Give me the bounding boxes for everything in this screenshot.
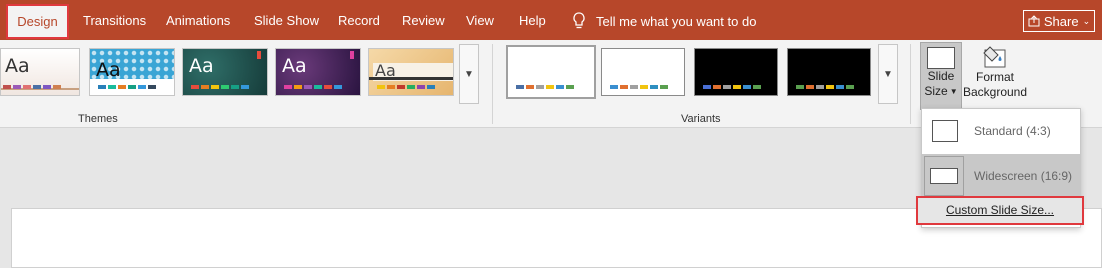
variant-1[interactable] [506, 45, 596, 99]
tab-slide-show[interactable]: Slide Show [254, 12, 319, 30]
tab-record[interactable]: Record [338, 12, 380, 30]
variant-4[interactable] [787, 48, 871, 96]
tab-transitions[interactable]: Transitions [83, 12, 146, 30]
theme-preview-text: Aa [5, 55, 30, 77]
share-label: Share [1043, 13, 1079, 29]
share-button[interactable]: Share ⌄ [1023, 10, 1095, 32]
paint-bucket-icon [983, 46, 1006, 68]
custom-slide-size-button[interactable]: Custom Slide Size... [916, 196, 1084, 225]
theme-thumbnail-1[interactable]: Aa [0, 48, 80, 96]
tab-design[interactable]: Design [6, 4, 69, 39]
format-background-button[interactable]: Format Background [962, 42, 1028, 110]
variant-3[interactable] [694, 48, 778, 96]
group-separator [492, 44, 493, 124]
widescreen-ratio-icon [930, 168, 958, 184]
themes-group-label: Themes [78, 113, 118, 125]
variants-group-label: Variants [681, 113, 721, 125]
tab-view[interactable]: View [466, 12, 494, 30]
slide-size-label-2: Size [924, 84, 948, 98]
menu-item-standard[interactable]: Standard (4:3) [922, 109, 1080, 153]
slide-size-button[interactable]: Slide Size ▼ [920, 42, 962, 110]
chevron-down-icon: ⌄ [1082, 15, 1091, 26]
theme-preview-text: Aa [282, 55, 307, 77]
chevron-down-icon: ▼ [949, 87, 958, 96]
theme-preview-text: Aa [375, 61, 396, 80]
tell-me-search[interactable]: Tell me what you want to do [572, 12, 756, 30]
slide-size-icon [927, 47, 955, 69]
more-down-icon: ▼ [883, 68, 893, 80]
standard-label: Standard (4:3) [974, 124, 1051, 138]
widescreen-label: Widescreen (16:9) [974, 169, 1073, 183]
slide-size-label-1: Slide [927, 69, 955, 83]
tab-help[interactable]: Help [519, 12, 546, 30]
tell-me-text: Tell me what you want to do [596, 13, 757, 29]
themes-more-button[interactable]: ▼ [459, 44, 479, 104]
theme-preview-text: Aa [96, 59, 121, 81]
theme-thumbnail-3[interactable]: Aa [182, 48, 268, 96]
variants-more-button[interactable]: ▼ [878, 44, 898, 104]
menu-item-widescreen[interactable]: Widescreen (16:9) [922, 154, 1080, 198]
more-down-icon: ▼ [464, 68, 474, 80]
variant-2[interactable] [601, 48, 685, 96]
lightbulb-icon [573, 12, 585, 29]
theme-thumbnail-2[interactable]: Aa [89, 48, 175, 96]
standard-ratio-icon [932, 120, 958, 142]
tab-review[interactable]: Review [402, 12, 445, 30]
ribbon-tab-bar: Design Transitions Animations Slide Show… [0, 0, 1102, 40]
theme-preview-text: Aa [189, 55, 214, 77]
group-separator [910, 44, 911, 124]
tab-animations[interactable]: Animations [166, 12, 230, 30]
format-background-label-1: Format [975, 70, 1014, 84]
share-icon [1028, 15, 1040, 27]
theme-thumbnail-4[interactable]: Aa [275, 48, 361, 96]
format-background-label-2: Background [962, 85, 1028, 99]
theme-thumbnail-5[interactable]: Aa [368, 48, 454, 96]
